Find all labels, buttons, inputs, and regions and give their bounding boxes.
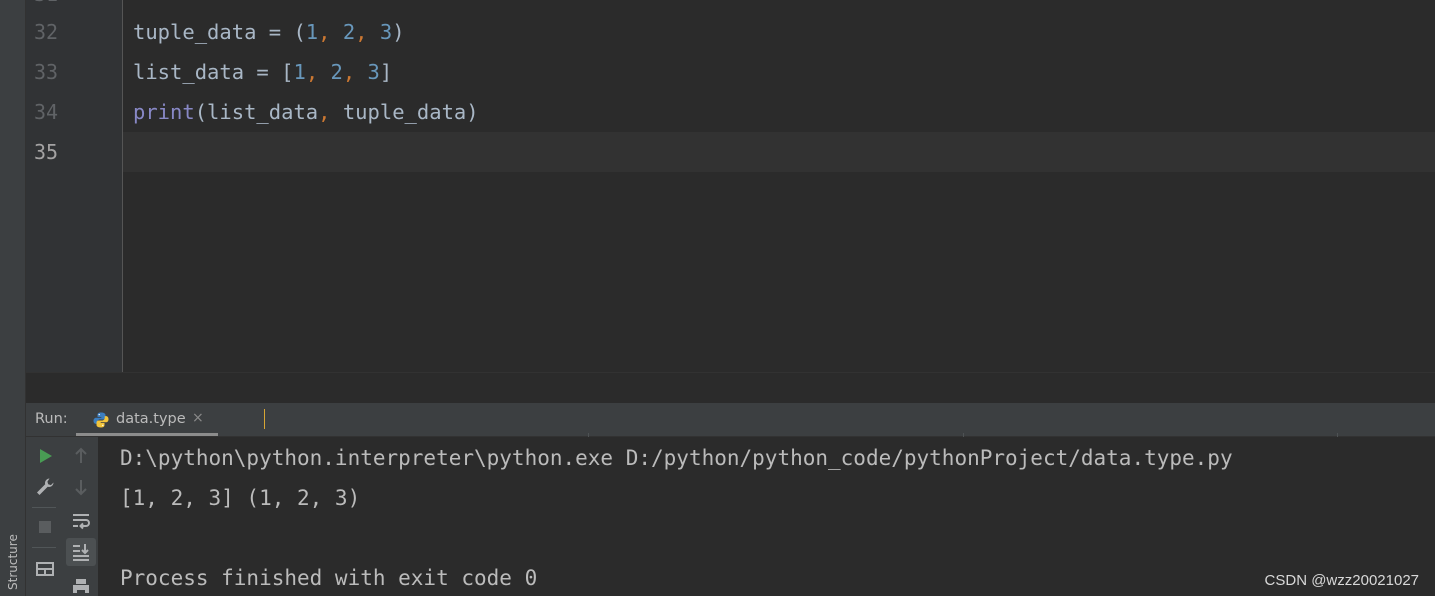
identifier: list_data [133,60,245,84]
panel-splitter[interactable] [26,372,1435,403]
comma: , [355,20,368,44]
toolbar-separator [32,507,56,508]
run-icon[interactable] [33,444,57,468]
comma: , [305,60,319,84]
console-line-exit: Process finished with exit code 0 [120,566,538,590]
operator: = ( [256,20,306,44]
builtin-function: print [133,100,195,124]
code-line-33[interactable]: list_data = [1, 2, 3] [133,52,392,92]
console-line-command: D:\python\python.interpreter\python.exe … [120,446,1233,470]
drop-marker [264,409,265,429]
line-number-current: 35 [34,140,59,164]
run-tool-window-header: Run: data.type × [26,403,1435,437]
stop-icon[interactable] [33,515,57,539]
close-icon[interactable]: × [192,410,204,426]
watermark: CSDN @wzz20021027 [1264,572,1419,589]
layout-icon[interactable] [33,557,57,581]
comma: , [342,60,356,84]
arrow-up-icon[interactable] [69,444,93,468]
bracket-close: ] [379,60,393,84]
partial-line-number: 31 [34,0,74,2]
print-icon[interactable] [69,575,93,596]
number-literal: 1 [293,60,306,84]
run-tab-label: data.type [116,411,186,427]
argument: (list_data [194,100,319,124]
argument: tuple_data) [330,100,479,124]
code-line-32[interactable]: tuple_data = (1, 2, 3) [133,12,405,52]
number-literal: 3 [379,20,393,44]
operator: = [ [244,60,294,84]
structure-tool-tab[interactable]: Structure [1,520,25,590]
comma: , [318,20,331,44]
soft-wrap-icon[interactable] [69,509,93,533]
number-literal: 3 [367,60,380,84]
run-label: Run: [35,411,68,427]
code-line-34[interactable]: print(list_data, tuple_data) [133,92,479,132]
paren-close: ) [392,20,405,44]
current-line-highlight [123,132,1435,172]
console-line-output: [1, 2, 3] (1, 2, 3) [120,486,361,510]
line-number-gutter: 31 32 33 34 35 [26,0,123,372]
comma: , [318,100,331,124]
run-toolbar [26,437,98,596]
python-file-icon [93,412,109,428]
scroll-to-end-icon[interactable] [69,540,93,564]
number-literal: 1 [305,20,319,44]
number-literal: 2 [342,20,356,44]
structure-tab-label: Structure [6,534,20,590]
arrow-down-icon[interactable] [69,475,93,499]
wrench-icon[interactable] [33,475,57,499]
left-tool-strip: Structure [0,0,26,596]
toolbar-separator [32,547,56,548]
identifier: tuple_data [133,20,257,44]
console-output[interactable]: D:\python\python.interpreter\python.exe … [98,437,1435,596]
line-number: 34 [34,100,59,124]
code-editor[interactable]: 31 32 33 34 35 tuple_data = (1, 2, 3) li… [26,0,1435,372]
line-number: 33 [34,60,59,84]
number-literal: 2 [330,60,343,84]
line-number: 32 [34,20,59,44]
run-tab-data-type[interactable]: data.type × [78,403,265,436]
